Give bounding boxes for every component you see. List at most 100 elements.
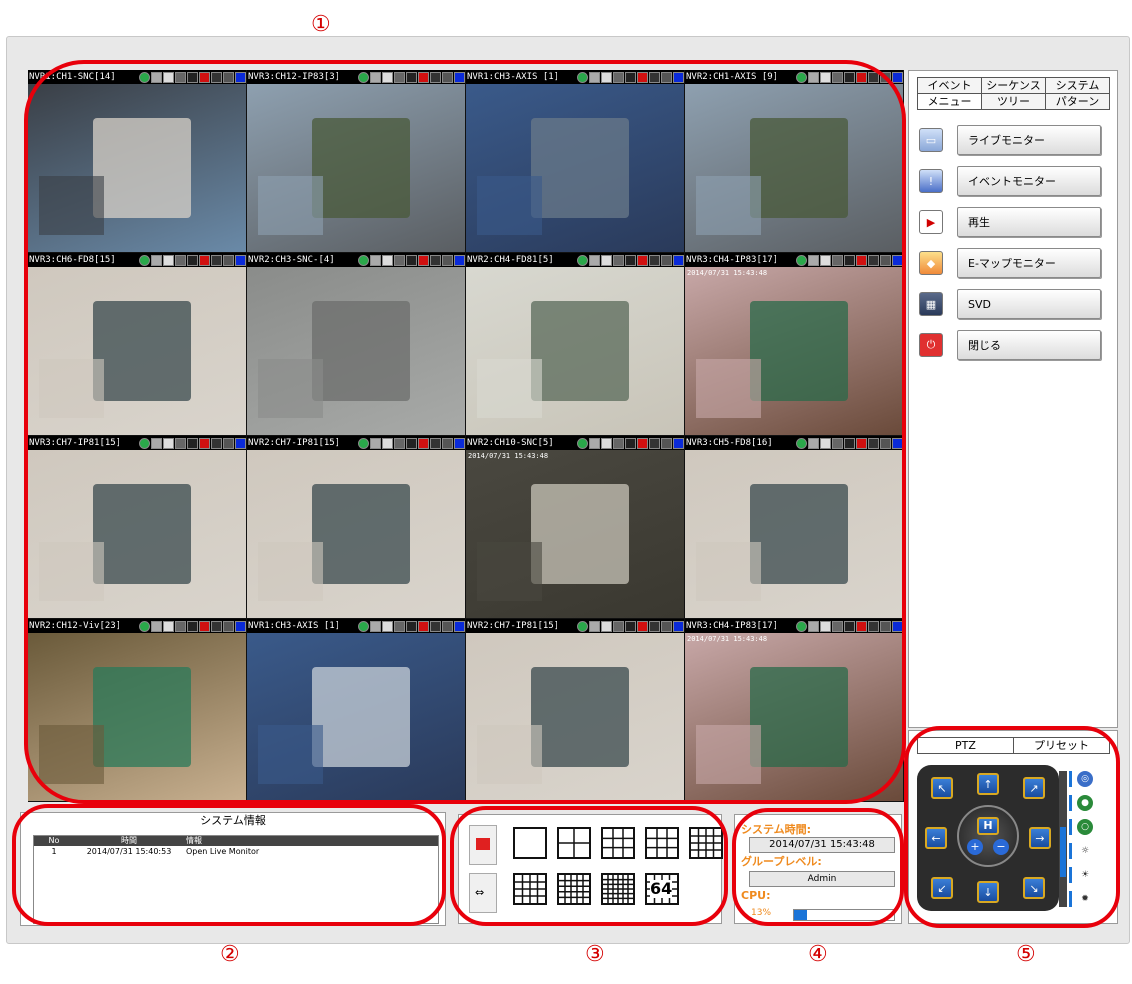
camera-tile[interactable]: NVR2:CH3-SNC-[4] bbox=[247, 253, 466, 436]
tab-tree[interactable]: ツリー bbox=[981, 93, 1046, 110]
move-icon[interactable] bbox=[661, 620, 672, 632]
move-icon[interactable] bbox=[442, 71, 453, 83]
move-icon[interactable] bbox=[223, 71, 234, 83]
snapshot-icon[interactable] bbox=[370, 620, 381, 632]
camera-tile[interactable]: NVR1:CH3-AXIS [1] bbox=[247, 619, 466, 802]
speaker-icon[interactable] bbox=[187, 437, 198, 449]
list-icon[interactable] bbox=[868, 620, 879, 632]
tab-sequence[interactable]: シーケンス bbox=[981, 77, 1046, 94]
speaker-icon[interactable] bbox=[625, 254, 636, 266]
select-icon[interactable] bbox=[892, 254, 903, 266]
light-icon[interactable] bbox=[382, 437, 393, 449]
snapshot-icon[interactable] bbox=[151, 620, 162, 632]
snapshot-icon[interactable] bbox=[151, 71, 162, 83]
list-icon[interactable] bbox=[868, 254, 879, 266]
move-icon[interactable] bbox=[661, 437, 672, 449]
select-icon[interactable] bbox=[235, 620, 246, 632]
snapshot-icon[interactable] bbox=[589, 254, 600, 266]
move-icon[interactable] bbox=[880, 254, 891, 266]
speaker-icon[interactable] bbox=[187, 620, 198, 632]
speed-slider[interactable] bbox=[1059, 771, 1067, 907]
select-icon[interactable] bbox=[673, 620, 684, 632]
speaker-icon[interactable] bbox=[625, 437, 636, 449]
snapshot-icon[interactable] bbox=[808, 254, 819, 266]
audio-icon[interactable] bbox=[175, 254, 186, 266]
camera-tile[interactable]: NVR2:CH10-SNC[5] 2014/07/31 15:43:48 bbox=[466, 436, 685, 619]
select-icon[interactable] bbox=[454, 254, 465, 266]
tab-event[interactable]: イベント bbox=[917, 77, 982, 94]
layout-button[interactable] bbox=[513, 827, 547, 859]
layout-mode-grid-button[interactable] bbox=[469, 825, 497, 865]
connect-icon[interactable] bbox=[577, 71, 588, 83]
snapshot-icon[interactable] bbox=[370, 254, 381, 266]
audio-icon[interactable] bbox=[175, 71, 186, 83]
audio-icon[interactable] bbox=[832, 437, 843, 449]
svd-button[interactable]: SVD bbox=[957, 289, 1101, 319]
camera-tile[interactable]: NVR2:CH7-IP81[15] bbox=[247, 436, 466, 619]
list-icon[interactable] bbox=[649, 254, 660, 266]
brightness-down-button[interactable]: ☼ bbox=[1069, 841, 1099, 861]
zoom-out-icon[interactable]: − bbox=[993, 839, 1009, 855]
connect-icon[interactable] bbox=[139, 71, 150, 83]
tab-menu[interactable]: メニュー bbox=[917, 93, 982, 110]
tab-pattern[interactable]: パターン bbox=[1045, 93, 1110, 110]
layout-button[interactable] bbox=[601, 827, 635, 859]
connect-icon[interactable] bbox=[796, 437, 807, 449]
layout-button[interactable] bbox=[557, 873, 591, 905]
select-icon[interactable] bbox=[892, 71, 903, 83]
ptz-down-button[interactable]: ↓ bbox=[977, 881, 999, 903]
record-icon[interactable] bbox=[199, 71, 210, 83]
select-icon[interactable] bbox=[673, 71, 684, 83]
light-icon[interactable] bbox=[163, 71, 174, 83]
speaker-icon[interactable] bbox=[844, 71, 855, 83]
snapshot-icon[interactable] bbox=[370, 437, 381, 449]
menu-item-emap[interactable]: ◆ E-マップモニター bbox=[919, 248, 1101, 278]
snapshot-icon[interactable] bbox=[589, 71, 600, 83]
list-icon[interactable] bbox=[211, 254, 222, 266]
audio-icon[interactable] bbox=[613, 620, 624, 632]
light-icon[interactable] bbox=[820, 620, 831, 632]
layout-button[interactable] bbox=[645, 827, 679, 859]
move-icon[interactable] bbox=[442, 620, 453, 632]
audio-icon[interactable] bbox=[832, 254, 843, 266]
camera-tile[interactable]: NVR2:CH7-IP81[15] bbox=[466, 619, 685, 802]
light-icon[interactable] bbox=[601, 71, 612, 83]
select-icon[interactable] bbox=[673, 254, 684, 266]
layout-64-button[interactable]: 64 bbox=[645, 873, 679, 905]
list-icon[interactable] bbox=[868, 437, 879, 449]
light-icon[interactable] bbox=[820, 254, 831, 266]
list-icon[interactable] bbox=[430, 437, 441, 449]
list-icon[interactable] bbox=[430, 71, 441, 83]
audio-icon[interactable] bbox=[832, 620, 843, 632]
brightness-up-button[interactable]: ✹ bbox=[1069, 889, 1099, 909]
light-icon[interactable] bbox=[601, 254, 612, 266]
tab-system[interactable]: システム bbox=[1045, 77, 1110, 94]
connect-icon[interactable] bbox=[577, 437, 588, 449]
light-icon[interactable] bbox=[382, 620, 393, 632]
camera-tile[interactable]: NVR2:CH12-Viv[23] bbox=[28, 619, 247, 802]
speaker-icon[interactable] bbox=[406, 620, 417, 632]
record-icon[interactable] bbox=[418, 437, 429, 449]
record-icon[interactable] bbox=[418, 254, 429, 266]
connect-icon[interactable] bbox=[577, 620, 588, 632]
camera-tile[interactable]: NVR3:CH4-IP83[17] 2014/07/31 15:43:48 bbox=[685, 253, 904, 436]
connect-icon[interactable] bbox=[358, 437, 369, 449]
iris-open-button[interactable]: ◎ bbox=[1069, 769, 1099, 789]
live-monitor-button[interactable]: ライブモニター bbox=[957, 125, 1101, 155]
move-icon[interactable] bbox=[442, 254, 453, 266]
close-button[interactable]: 閉じる bbox=[957, 330, 1101, 360]
record-icon[interactable] bbox=[637, 620, 648, 632]
connect-icon[interactable] bbox=[796, 71, 807, 83]
record-icon[interactable] bbox=[856, 620, 867, 632]
select-icon[interactable] bbox=[454, 620, 465, 632]
list-icon[interactable] bbox=[211, 620, 222, 632]
connect-icon[interactable] bbox=[796, 620, 807, 632]
move-icon[interactable] bbox=[661, 254, 672, 266]
audio-icon[interactable] bbox=[832, 71, 843, 83]
light-icon[interactable] bbox=[382, 71, 393, 83]
record-icon[interactable] bbox=[637, 254, 648, 266]
layout-button[interactable] bbox=[689, 827, 723, 859]
snapshot-icon[interactable] bbox=[589, 437, 600, 449]
layout-button[interactable] bbox=[513, 873, 547, 905]
connect-icon[interactable] bbox=[796, 254, 807, 266]
